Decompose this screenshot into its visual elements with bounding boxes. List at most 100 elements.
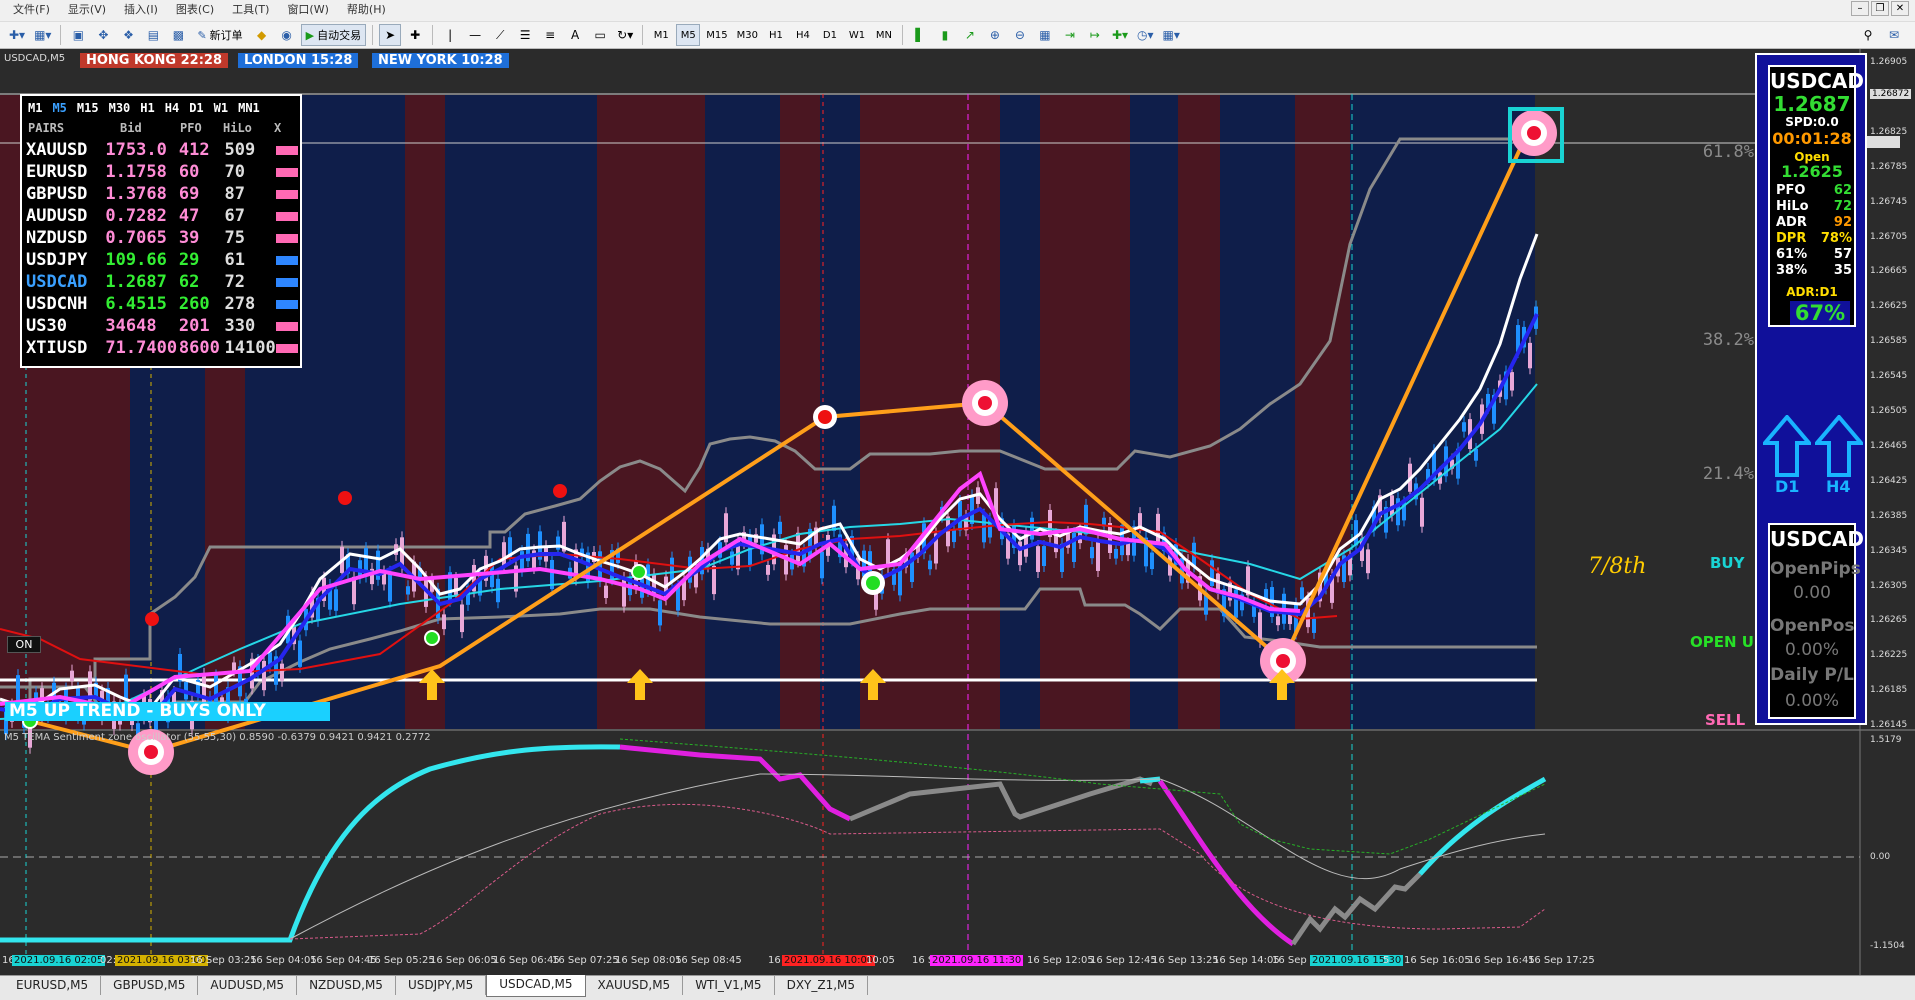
signals-icon[interactable]: ◉	[276, 24, 298, 46]
pair-pfo: 69	[178, 184, 200, 204]
chart-shift-icon[interactable]: ↦	[1084, 24, 1106, 46]
cursor-icon[interactable]: ➤	[379, 24, 402, 46]
restore-button[interactable]: ❐	[1871, 1, 1889, 16]
pair-row[interactable]: GBPUSD 1.3768 69 87	[26, 184, 299, 205]
pair-row[interactable]: USDCNH 6.4515 260 278	[26, 294, 299, 315]
pairs-tf-h1[interactable]: H1	[140, 101, 154, 115]
price-axis-label: 1.26585	[1870, 336, 1908, 347]
indicators-icon[interactable]: ✚▾	[1109, 24, 1131, 46]
tf-w1[interactable]: W1	[845, 24, 869, 46]
close-button[interactable]: ✕	[1891, 1, 1909, 16]
pair-direction-indicator	[276, 190, 299, 199]
chart-window[interactable]: USDCAD,M5 HONG KONG 22:28 LONDON 15:28 N…	[0, 49, 1915, 975]
candlestick-icon[interactable]: ▮	[934, 24, 956, 46]
pair-row[interactable]: NZDUSD 0.7065 39 75	[26, 228, 299, 249]
tf-d1[interactable]: D1	[818, 24, 842, 46]
pairs-tf-m5[interactable]: M5	[52, 101, 66, 115]
zoom-in-icon[interactable]: ⊕	[984, 24, 1006, 46]
pair-row[interactable]: XTIUSD 71.7400 8600 14100	[26, 338, 299, 359]
price-axis-label: 1.26225	[1870, 650, 1908, 661]
trendline-icon[interactable]: ⟋	[489, 24, 511, 46]
menu-insert[interactable]: 插入(I)	[115, 1, 167, 17]
chart-tab[interactable]: USDCAD,M5	[486, 975, 586, 997]
profiles-icon[interactable]: ▦▾	[31, 24, 54, 46]
tf-m5[interactable]: M5	[676, 24, 701, 46]
candle-body	[1288, 614, 1292, 625]
menu-charts[interactable]: 图表(C)	[167, 1, 223, 17]
pair-row[interactable]: EURUSD 1.1758 60 70	[26, 162, 299, 183]
new-chart-icon[interactable]: ✚▾	[6, 24, 28, 46]
pair-row[interactable]: USDCAD 1.2687 62 72	[26, 272, 299, 293]
search-icon[interactable]: ⚲	[1857, 24, 1879, 46]
line-chart-icon[interactable]: ↗	[959, 24, 981, 46]
candle-body	[730, 551, 734, 565]
crosshair-icon[interactable]: ✚	[404, 24, 426, 46]
candle-body	[970, 495, 974, 525]
terminal-icon[interactable]: ▤	[142, 24, 164, 46]
daily-pl-label: Daily P/L	[1770, 665, 1854, 685]
price-axis-label: 1.26665	[1870, 266, 1908, 277]
shapes-icon[interactable]: ↻▾	[614, 24, 636, 46]
chart-tab[interactable]: XAUUSD,M5	[586, 976, 684, 995]
chart-symbol-label: USDCAD,M5	[4, 53, 66, 64]
minimize-button[interactable]: –	[1851, 1, 1869, 16]
tile-windows-icon[interactable]: ▦	[1034, 24, 1056, 46]
chart-tab[interactable]: GBPUSD,M5	[101, 976, 199, 995]
chart-tab[interactable]: AUDUSD,M5	[198, 976, 298, 995]
fibonacci-icon[interactable]: ≡	[539, 24, 561, 46]
vertical-line-icon[interactable]: |	[439, 24, 461, 46]
chart-tab[interactable]: DXY_Z1,M5	[775, 976, 869, 995]
tf-m15[interactable]: M15	[703, 24, 730, 46]
data-window-icon[interactable]: ✥	[92, 24, 114, 46]
info-stat-row: 38% 35	[1776, 263, 1852, 278]
tf-h1[interactable]: H1	[764, 24, 788, 46]
pair-row[interactable]: USDJPY 109.66 29 61	[26, 250, 299, 271]
pairs-tf-m15[interactable]: M15	[77, 101, 99, 115]
pairs-tf-d1[interactable]: D1	[189, 101, 203, 115]
market-watch-icon[interactable]: ▣	[67, 24, 89, 46]
chart-tab[interactable]: WTI_V1,M5	[683, 976, 775, 995]
zoom-out-icon[interactable]: ⊖	[1009, 24, 1031, 46]
pairs-tf-h4[interactable]: H4	[165, 101, 179, 115]
metaeditor-icon[interactable]: ◆	[251, 24, 273, 46]
menu-help[interactable]: 帮助(H)	[338, 1, 395, 17]
chart-tab[interactable]: USDJPY,M5	[396, 976, 487, 995]
channel-icon[interactable]: ☰	[514, 24, 536, 46]
tf-m1[interactable]: M1	[649, 24, 673, 46]
tf-mn[interactable]: MN	[872, 24, 896, 46]
periods-icon[interactable]: ◷▾	[1134, 24, 1157, 46]
navigator-icon[interactable]: ❖	[117, 24, 139, 46]
pair-row[interactable]: AUDUSD 0.7282 47 67	[26, 206, 299, 227]
pairs-tf-m1[interactable]: M1	[28, 101, 42, 115]
menu-view[interactable]: 显示(V)	[59, 1, 115, 17]
bar-chart-icon[interactable]: ▌	[909, 24, 931, 46]
session-zone	[1040, 95, 1130, 729]
text-icon[interactable]: A	[564, 24, 586, 46]
chart-tab[interactable]: EURUSD,M5	[4, 976, 102, 995]
tester-icon[interactable]: ▩	[167, 24, 189, 46]
tf-h4[interactable]: H4	[791, 24, 815, 46]
templates-icon[interactable]: ▦▾	[1160, 24, 1183, 46]
pairs-tf-mn1[interactable]: MN1	[238, 101, 260, 115]
autoscroll-icon[interactable]: ⇥	[1059, 24, 1081, 46]
on-toggle-button[interactable]: ON	[7, 636, 41, 653]
menu-tools[interactable]: 工具(T)	[223, 1, 278, 17]
chat-icon[interactable]: ✉	[1883, 24, 1905, 46]
pair-row[interactable]: XAUUSD 1753.0 412 509	[26, 140, 299, 161]
new-order-button[interactable]: ✎ 新订单	[192, 24, 247, 46]
candle-body	[796, 532, 800, 562]
pair-direction-indicator	[276, 278, 299, 287]
new-order-label: 新订单	[209, 29, 243, 42]
auto-trading-button[interactable]: ▶ 自动交易	[300, 24, 367, 46]
menu-file[interactable]: 文件(F)	[4, 1, 59, 17]
candle-body	[1420, 497, 1424, 527]
horizontal-line-icon[interactable]: —	[464, 24, 486, 46]
label-icon[interactable]: ▭	[589, 24, 611, 46]
pairs-tf-m30[interactable]: M30	[109, 101, 131, 115]
pair-row[interactable]: US30 34648 201 330	[26, 316, 299, 337]
pairs-tf-w1[interactable]: W1	[214, 101, 228, 115]
info-stat-value: 62	[1833, 183, 1852, 198]
menu-window[interactable]: 窗口(W)	[278, 1, 337, 17]
tf-m30[interactable]: M30	[734, 24, 761, 46]
chart-tab[interactable]: NZDUSD,M5	[297, 976, 396, 995]
